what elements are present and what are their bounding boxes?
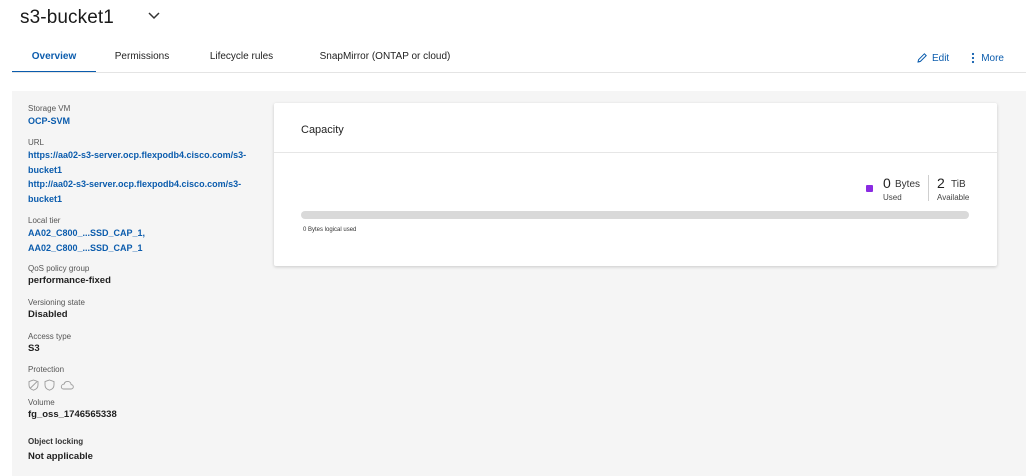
capacity-bar-track [301,211,969,219]
access-type-field: Access type S3 [28,332,268,357]
object-locking-value: Not applicable [28,451,93,462]
volume-field: Volume fg_oss_1746565338 [28,398,268,423]
versioning-state-field: Versioning state Disabled [28,298,268,323]
edit-label: Edit [931,52,950,64]
url-field: URL https://aa02-s3-server.ocp.flexpodb4… [28,138,268,206]
available-label: Available [937,193,970,202]
available-value: 2 [937,175,945,191]
header-actions: Edit More [916,52,1004,64]
local-tier-link-1[interactable]: AA02_C800_...SSD_CAP_1, [28,226,268,241]
more-label: More [981,52,1004,64]
used-value: 0 [883,175,891,191]
access-type-label: Access type [28,332,72,341]
versioning-state-label: Versioning state [28,298,85,307]
capacity-card: Capacity 0 Bytes Used 2 TiB Available 0 … [274,103,997,266]
shield-icon [44,379,55,391]
local-tier-field: Local tier AA02_C800_...SSD_CAP_1, AA02_… [28,216,268,255]
protection-icons [28,379,268,391]
storage-vm-field: Storage VM OCP-SVM [28,104,268,129]
available-unit: TiB [951,179,966,190]
qos-policy-group-label: QoS policy group [28,264,90,273]
access-type-value: S3 [28,343,40,354]
edit-button[interactable]: Edit [916,52,949,64]
tab-divider [12,72,1026,73]
qos-policy-group-field: QoS policy group performance-fixed [28,264,268,289]
chevron-down-icon[interactable] [147,11,161,21]
used-unit: Bytes [895,179,921,190]
protection-label: Protection [28,365,65,374]
used-legend-swatch [866,185,873,192]
page-header: s3-bucket1 [20,7,114,29]
https-url-line1: https://aa02-s3-server.ocp.flexpodb4.cis… [28,150,247,160]
shield-slash-icon [28,379,39,391]
https-url-line2: bucket1 [28,164,63,175]
volume-value: fg_oss_1746565338 [28,409,117,420]
tab-overview[interactable]: Overview [12,44,96,73]
local-tier-link-2[interactable]: AA02_C800_...SSD_CAP_1 [28,241,268,256]
pencil-icon [917,53,927,63]
logical-used-caption: 0 Bytes logical used [303,227,357,233]
tab-snapmirror[interactable]: SnapMirror (ONTAP or cloud) [295,44,475,73]
http-url-line2: bucket1 [28,193,63,204]
more-button[interactable]: More [969,52,1004,64]
page-title: s3-bucket1 [20,7,114,28]
storage-vm-label: Storage VM [28,104,71,113]
tab-bar: Overview Permissions Lifecycle rules Sna… [12,44,475,73]
tab-permissions[interactable]: Permissions [96,44,188,73]
versioning-state-value: Disabled [28,309,68,320]
used-label: Used [883,193,902,202]
http-url-link[interactable]: http://aa02-s3-server.ocp.flexpodb4.cisc… [28,177,268,206]
https-url-link[interactable]: https://aa02-s3-server.ocp.flexpodb4.cis… [28,148,268,177]
qos-policy-group-value: performance-fixed [28,275,111,286]
tab-lifecycle-rules[interactable]: Lifecycle rules [188,44,295,73]
url-label: URL [28,138,45,147]
capacity-divider [274,152,997,153]
volume-label: Volume [28,398,55,407]
capacity-title: Capacity [301,124,344,136]
local-tier-label: Local tier [28,216,61,225]
object-locking-field: Object locking Not applicable [28,437,268,465]
http-url-line1: http://aa02-s3-server.ocp.flexpodb4.cisc… [28,179,242,189]
cloud-icon [60,380,74,390]
vertical-ellipsis-icon [972,52,975,64]
protection-field: Protection [28,365,268,391]
object-locking-label: Object locking [28,437,84,446]
legend-separator [928,175,929,201]
storage-vm-link[interactable]: OCP-SVM [28,114,268,129]
